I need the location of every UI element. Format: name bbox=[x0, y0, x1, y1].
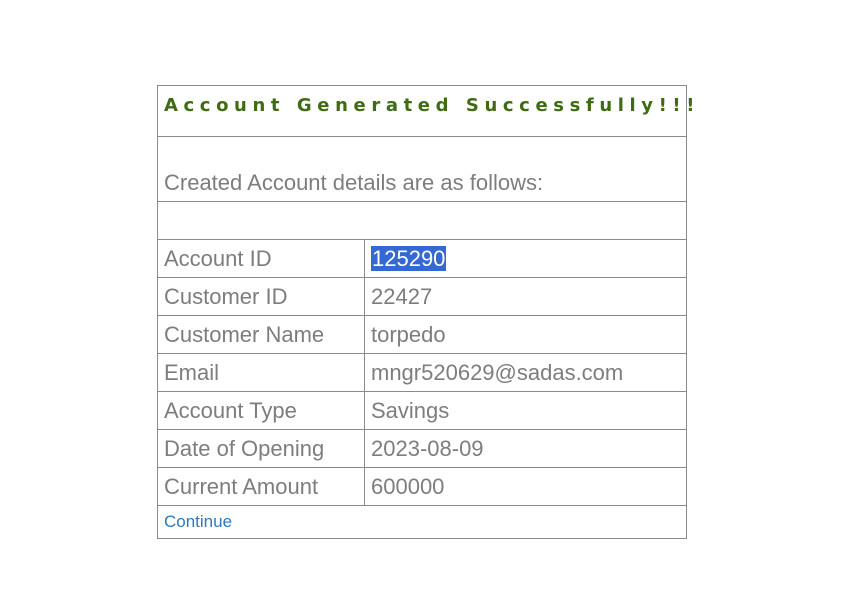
row-label: Email bbox=[158, 354, 365, 391]
table-row-customer-id: Customer ID 22427 bbox=[158, 278, 686, 316]
table-row-customer-name: Customer Name torpedo bbox=[158, 316, 686, 354]
table-row-current-amount: Current Amount 600000 bbox=[158, 468, 686, 506]
table-row-account-id: Account ID 125290 bbox=[158, 240, 686, 278]
spacer-row bbox=[158, 202, 686, 240]
row-value: 600000 bbox=[371, 474, 445, 499]
account-details-table: Account Generated Successfully!!! Create… bbox=[157, 85, 694, 539]
row-label: Date of Opening bbox=[158, 430, 365, 467]
table-row-email: Email mngr520629@sadas.com bbox=[158, 354, 686, 392]
row-label: Account Type bbox=[158, 392, 365, 429]
success-heading: Account Generated Successfully!!! bbox=[158, 86, 694, 137]
details-intro: Created Account details are as follows: bbox=[158, 137, 686, 202]
row-value: 2023-08-09 bbox=[371, 436, 484, 461]
row-label: Customer ID bbox=[158, 278, 365, 315]
row-value: Savings bbox=[371, 398, 450, 423]
row-value: 22427 bbox=[371, 284, 433, 309]
table-row-date-of-opening: Date of Opening 2023-08-09 bbox=[158, 430, 686, 468]
row-label: Account ID bbox=[158, 240, 365, 277]
row-label: Current Amount bbox=[158, 468, 365, 505]
table-row-account-type: Account Type Savings bbox=[158, 392, 686, 430]
row-value: mngr520629@sadas.com bbox=[371, 360, 624, 385]
continue-row: Continue bbox=[158, 506, 686, 538]
continue-link[interactable]: Continue bbox=[164, 512, 232, 531]
account-id-value[interactable]: 125290 bbox=[371, 246, 447, 271]
row-label: Customer Name bbox=[158, 316, 365, 353]
row-value: torpedo bbox=[371, 322, 446, 347]
